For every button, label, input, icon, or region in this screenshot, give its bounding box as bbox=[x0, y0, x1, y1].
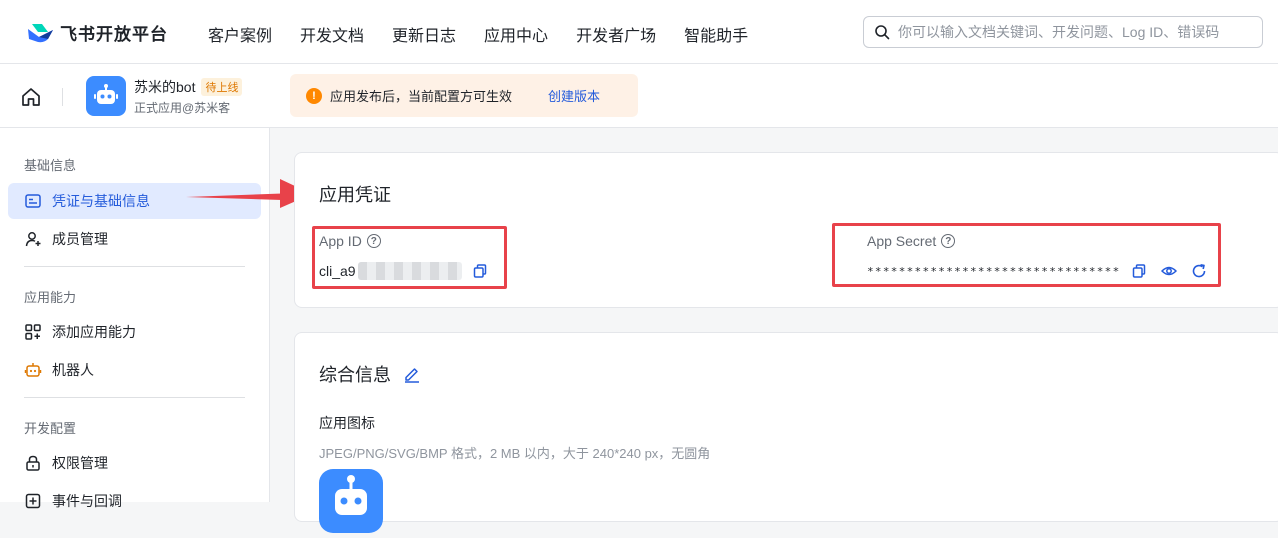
nav-changelog[interactable]: 更新日志 bbox=[392, 22, 456, 46]
brand-logo[interactable]: 飞书开放平台 bbox=[26, 20, 168, 45]
feishu-logo-icon bbox=[28, 23, 53, 42]
main-nav: 客户案例 开发文档 更新日志 应用中心 开发者广场 智能助手 bbox=[208, 22, 776, 46]
sidebar-divider bbox=[24, 397, 245, 398]
warning-icon: ! bbox=[306, 87, 322, 104]
credentials-title: 应用凭证 bbox=[319, 185, 391, 205]
sidebar-item-label: 机器人 bbox=[52, 362, 94, 378]
nav-ai-assistant[interactable]: 智能助手 bbox=[684, 22, 748, 46]
sidebar-item-events[interactable]: 事件与回调 bbox=[8, 483, 261, 519]
sidebar-item-label: 权限管理 bbox=[52, 455, 108, 471]
top-nav: 飞书开放平台 客户案例 开发文档 更新日志 应用中心 开发者广场 智能助手 bbox=[0, 0, 1278, 64]
app-name: 苏米的bot bbox=[134, 79, 196, 95]
sidebar-divider bbox=[24, 266, 245, 267]
robot-icon bbox=[335, 475, 367, 515]
status-badge: 待上线 bbox=[201, 78, 243, 96]
sidebar-item-permissions[interactable]: 权限管理 bbox=[8, 445, 261, 481]
home-icon[interactable] bbox=[20, 86, 42, 108]
app-avatar[interactable] bbox=[86, 76, 126, 116]
sidebar-item-label: 成员管理 bbox=[52, 231, 108, 247]
publish-notice: ! 应用发布后，当前配置方可生效 创建版本 bbox=[290, 74, 638, 117]
sidebar-item-label: 凭证与基础信息 bbox=[52, 193, 150, 209]
app-icon-hint: JPEG/PNG/SVG/BMP 格式，2 MB 以内，大于 240*240 p… bbox=[319, 446, 711, 461]
app-icon-label: 应用图标 bbox=[319, 415, 375, 431]
nav-app-center[interactable]: 应用中心 bbox=[484, 22, 548, 46]
divider bbox=[62, 88, 63, 106]
search-box[interactable] bbox=[863, 16, 1263, 48]
nav-dev-docs[interactable]: 开发文档 bbox=[300, 22, 364, 46]
id-card-icon bbox=[25, 194, 41, 208]
general-info-card: 综合信息 应用图标 JPEG/PNG/SVG/BMP 格式，2 MB 以内，大于… bbox=[294, 332, 1278, 533]
app-id-highlight bbox=[312, 226, 507, 289]
search-icon bbox=[875, 25, 890, 40]
app-name-row: 苏米的bot 待上线 bbox=[134, 77, 243, 97]
general-title: 综合信息 bbox=[319, 365, 391, 385]
user-add-icon bbox=[25, 232, 41, 247]
general-title-row: 综合信息 bbox=[319, 361, 421, 387]
sidebar-item-bot[interactable]: 机器人 bbox=[8, 352, 261, 388]
sidebar-group-capabilities: 应用能力 bbox=[24, 290, 77, 305]
app-header: 苏米的bot 待上线 正式应用@苏米客 ! 应用发布后，当前配置方可生效 创建版… bbox=[0, 64, 1278, 128]
sidebar-item-label: 事件与回调 bbox=[52, 493, 122, 509]
apps-add-icon bbox=[25, 324, 41, 340]
app-icon-preview[interactable] bbox=[319, 469, 383, 533]
search-input[interactable] bbox=[898, 24, 1258, 40]
notice-text: 应用发布后，当前配置方可生效 bbox=[330, 89, 513, 104]
sidebar-group-dev-config: 开发配置 bbox=[24, 421, 77, 436]
robot-icon bbox=[24, 363, 42, 377]
app-secret-highlight bbox=[832, 223, 1221, 287]
sidebar-item-members[interactable]: 成员管理 bbox=[8, 221, 261, 257]
sidebar-item-label: 添加应用能力 bbox=[52, 324, 136, 340]
nav-dev-square[interactable]: 开发者广场 bbox=[576, 22, 656, 46]
brand-name: 飞书开放平台 bbox=[60, 25, 168, 44]
event-icon bbox=[25, 493, 41, 509]
sidebar-item-add-capability[interactable]: 添加应用能力 bbox=[8, 314, 261, 350]
nav-customer-cases[interactable]: 客户案例 bbox=[208, 22, 272, 46]
lock-icon bbox=[26, 455, 40, 471]
create-version-link[interactable]: 创建版本 bbox=[548, 86, 600, 105]
edit-icon[interactable] bbox=[403, 365, 421, 383]
sidebar-group-basic: 基础信息 bbox=[24, 158, 77, 173]
robot-icon bbox=[94, 84, 118, 104]
app-subtitle: 正式应用@苏米客 bbox=[134, 101, 231, 115]
